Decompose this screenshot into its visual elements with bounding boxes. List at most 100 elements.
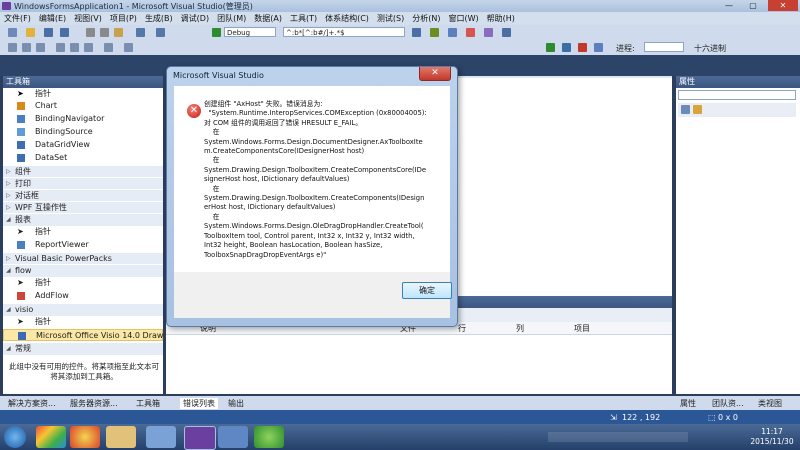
network-app-icon[interactable] [218, 426, 248, 448]
object-browser-icon[interactable] [466, 28, 475, 37]
tab-server-explorer[interactable]: 服务器资源... [70, 398, 118, 409]
save-icon[interactable] [44, 28, 53, 37]
step-over-icon[interactable] [594, 43, 603, 52]
properties-object-select[interactable] [678, 90, 796, 100]
browser-e-icon[interactable] [254, 426, 284, 448]
toolbox-item-datagridview[interactable]: DataGridView [3, 139, 163, 151]
toolbox-item-pointer[interactable]: ➤ 指针 [3, 88, 163, 100]
tab-properties[interactable]: 属性 [680, 398, 696, 409]
menu-help[interactable]: 帮助(H) [483, 12, 519, 25]
toolbox-item-addflow[interactable]: AddFlow [3, 290, 163, 302]
column-line[interactable]: 行 [458, 323, 466, 334]
toolbox-item-bindingsource[interactable]: BindingSource [3, 126, 163, 138]
toolbox-item-report-pointer[interactable]: ➤ 指针 [3, 226, 163, 238]
paste-icon[interactable] [114, 28, 123, 37]
copy-icon[interactable] [100, 28, 109, 37]
pointer-icon: ➤ [17, 227, 24, 236]
continue-icon[interactable] [546, 43, 555, 52]
start-button[interactable] [4, 426, 26, 448]
menu-window[interactable]: 窗口(W) [444, 12, 482, 25]
menu-view[interactable]: 视图(V) [70, 12, 106, 25]
properties-header: 属性 [676, 76, 800, 88]
tab-class-view[interactable]: 类视图 [758, 398, 782, 409]
column-project[interactable]: 项目 [574, 323, 590, 334]
tab-team-explorer[interactable]: 团队资... [712, 398, 744, 409]
ok-button[interactable]: 确定 [402, 282, 452, 299]
undo-icon[interactable] [136, 28, 145, 37]
toolbox-group-general[interactable]: ◢ 常规 [3, 342, 163, 355]
menu-tools[interactable]: 工具(T) [286, 12, 321, 25]
redo-icon[interactable] [156, 28, 165, 37]
column-column[interactable]: 列 [516, 323, 524, 334]
visio-icon [18, 332, 26, 340]
layout-align-middle-icon[interactable] [70, 43, 79, 52]
open-folder-icon[interactable] [26, 28, 35, 37]
hex-display-toggle[interactable]: 十六进制 [694, 43, 726, 54]
tab-solution-explorer[interactable]: 解决方案资... [8, 398, 56, 409]
system-tray[interactable] [548, 432, 688, 442]
pointer-icon: ➤ [17, 89, 24, 98]
minimize-button[interactable]: — [718, 0, 740, 11]
toolbox-empty-note-line2: 将其添加到工具箱。 [50, 372, 118, 381]
menu-file[interactable]: 文件(F) [0, 12, 35, 25]
cut-icon[interactable] [86, 28, 95, 37]
properties-icon[interactable] [448, 28, 457, 37]
dataset-icon [17, 154, 25, 162]
layout-align-right-icon[interactable] [36, 43, 45, 52]
find-in-files-icon[interactable] [412, 28, 421, 37]
toolbox-group-reporting[interactable]: ◢ 报表 [3, 213, 163, 226]
layout-align-left-icon[interactable] [8, 43, 17, 52]
menu-analyze[interactable]: 分析(N) [408, 12, 444, 25]
dialog-close-button[interactable]: ✕ [419, 67, 451, 81]
start-debugging-icon[interactable] [212, 28, 221, 37]
standard-toolbar: Debug ^:b*[^:b#/]+.*$ [0, 25, 800, 41]
visual-studio-icon [2, 2, 11, 10]
new-project-icon[interactable] [8, 28, 17, 37]
toolbox-item-visio-drawing[interactable]: Microsoft Office Visio 14.0 Drawin... [3, 329, 163, 341]
alphabetical-icon[interactable] [693, 105, 702, 114]
process-select[interactable] [644, 42, 684, 52]
toolbox-group-flow[interactable]: ◢ flow [3, 264, 163, 277]
tab-error-list[interactable]: 错误列表 [180, 398, 218, 409]
toolbox-icon[interactable] [484, 28, 493, 37]
maximize-button[interactable]: ▢ [742, 0, 764, 11]
solution-config-select[interactable]: Debug [224, 27, 276, 37]
layout-align-bottom-icon[interactable] [84, 43, 93, 52]
menu-build[interactable]: 生成(B) [141, 12, 177, 25]
menu-architecture[interactable]: 体系结构(C) [321, 12, 373, 25]
layout-align-top-icon[interactable] [56, 43, 65, 52]
stop-icon[interactable] [578, 43, 587, 52]
solution-explorer-icon[interactable] [430, 28, 439, 37]
explorer-folder-icon[interactable] [106, 426, 136, 448]
toolbox-item-bindingnavigator[interactable]: BindingNavigator [3, 113, 163, 125]
toolbox-item-chart[interactable]: Chart [3, 100, 163, 112]
debug-toolbar: 进程: 十六进制 [0, 40, 800, 56]
close-button[interactable]: ✕ [768, 0, 798, 11]
toolbox-item-reportviewer[interactable]: ReportViewer [3, 239, 163, 251]
visual-studio-taskbar-icon[interactable] [184, 426, 216, 450]
extension-manager-icon[interactable] [502, 28, 511, 37]
toolbox-item-dataset[interactable]: DataSet [3, 152, 163, 164]
menu-data[interactable]: 数据(A) [250, 12, 286, 25]
find-input[interactable]: ^:b*[^:b#/]+.*$ [283, 27, 405, 37]
menu-edit[interactable]: 编辑(E) [35, 12, 70, 25]
save-all-icon[interactable] [60, 28, 69, 37]
toolbox-group-visio[interactable]: ◢ visio [3, 303, 163, 316]
categorized-icon[interactable] [681, 105, 690, 114]
menu-team[interactable]: 团队(M) [213, 12, 250, 25]
menu-debug[interactable]: 调试(D) [177, 12, 213, 25]
tab-output[interactable]: 输出 [228, 398, 244, 409]
pause-icon[interactable] [562, 43, 571, 52]
toolbox-item-visio-pointer[interactable]: ➤ 指针 [3, 316, 163, 328]
menu-project[interactable]: 项目(P) [106, 12, 141, 25]
monitor-app-icon[interactable] [146, 426, 176, 448]
make-same-size-icon[interactable] [104, 43, 113, 52]
menu-test[interactable]: 测试(S) [373, 12, 408, 25]
clock[interactable]: 11:17 2015/11/30 [748, 427, 796, 447]
tab-toolbox[interactable]: 工具箱 [136, 398, 160, 409]
app-flower-icon[interactable] [36, 426, 66, 448]
chrome-icon[interactable] [70, 426, 100, 448]
layout-align-center-icon[interactable] [22, 43, 31, 52]
toolbox-item-flow-pointer[interactable]: ➤ 指针 [3, 277, 163, 289]
size-to-grid-icon[interactable] [124, 43, 133, 52]
